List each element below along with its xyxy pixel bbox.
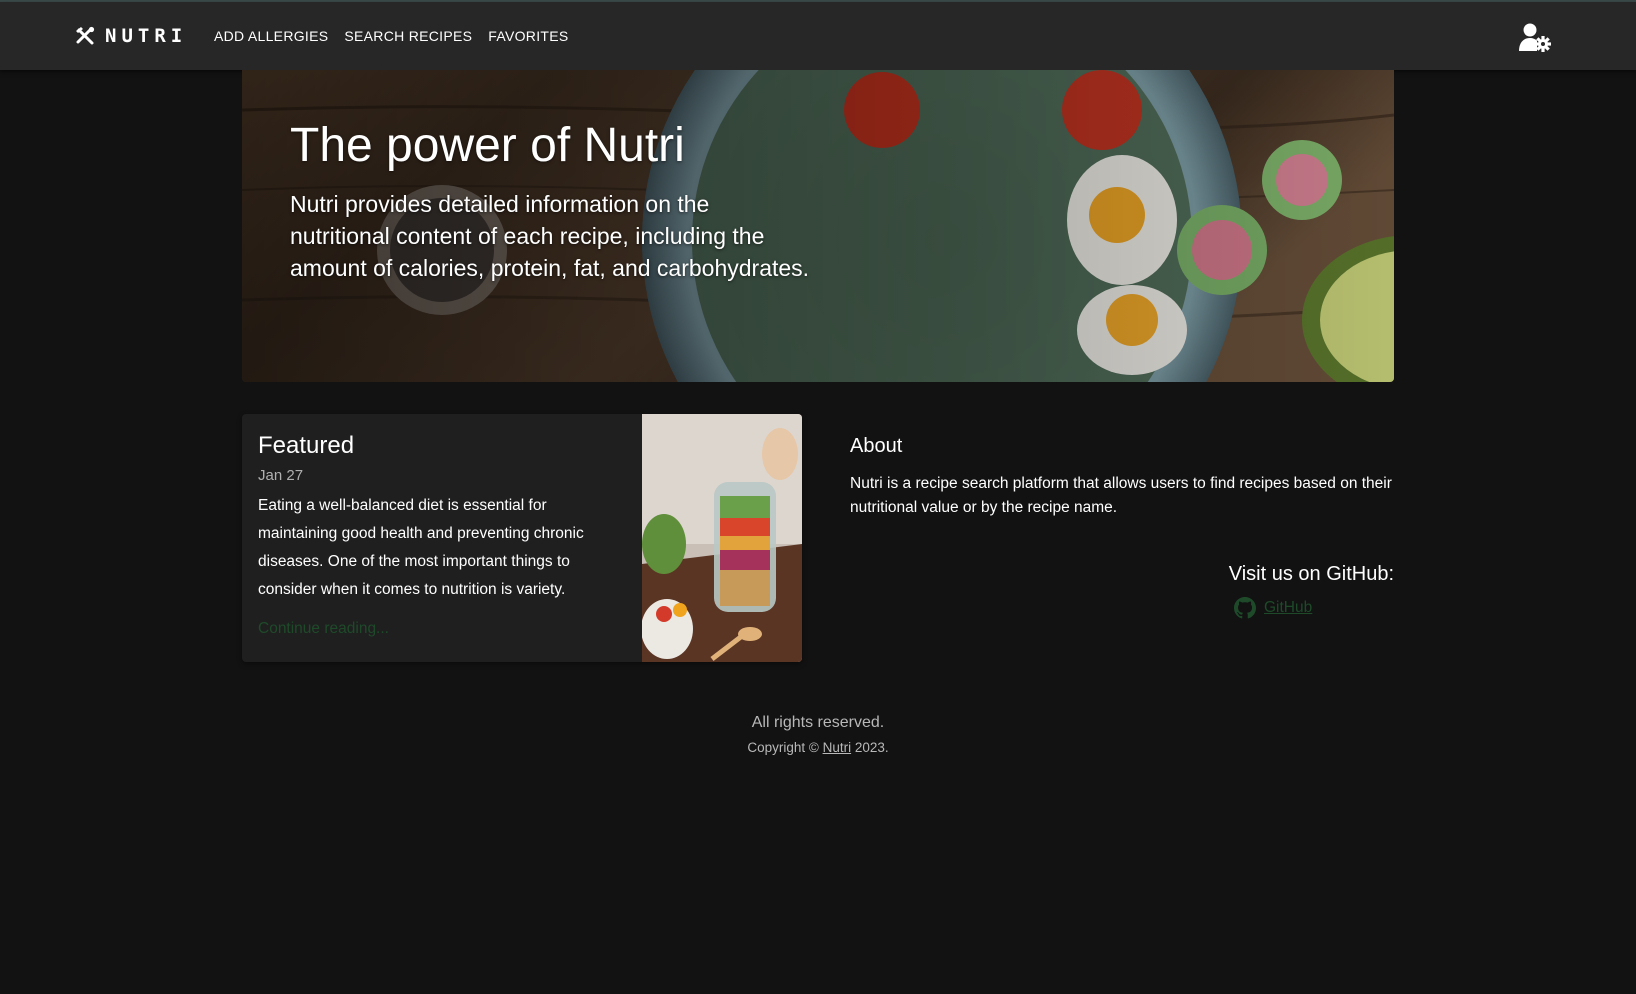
brand-logo[interactable]: NUTRI: [75, 2, 187, 70]
continue-reading-link[interactable]: Continue reading...: [258, 620, 628, 638]
copyright-year: 2023.: [854, 740, 889, 755]
nav-link-favorites[interactable]: FAVORITES: [488, 28, 568, 44]
hero-banner: The power of Nutri Nutri provides detail…: [242, 70, 1394, 382]
copyright-nutri-link[interactable]: Nutri: [823, 740, 852, 755]
footer-rights: All rights reserved.: [751, 714, 885, 731]
featured-body: Eating a well-balanced diet is essential…: [258, 497, 584, 598]
featured-card: Featured Jan 27 Eating a well-balanced d…: [242, 414, 802, 662]
github-link-label: GitHub: [1264, 599, 1313, 616]
copyright-prefix: Copyright ©: [747, 740, 819, 755]
footer: All rights reserved. Copyright © Nutri 2…: [0, 712, 1636, 758]
user-settings-button[interactable]: [1518, 22, 1552, 54]
nav-link-search-recipes[interactable]: SEARCH RECIPES: [344, 28, 472, 44]
github-icon: [1234, 597, 1256, 619]
featured-image: [642, 414, 802, 662]
user-settings-icon: [1518, 23, 1552, 58]
brand-name: NUTRI: [105, 25, 188, 47]
github-link[interactable]: GitHub: [1234, 595, 1312, 621]
fork-knife-crossed-icon: [75, 26, 95, 46]
nav-links: ADD ALLERGIES SEARCH RECIPES FAVORITES: [214, 2, 569, 70]
hero-description: Nutri provides detailed information on t…: [290, 191, 810, 281]
github-heading: Visit us on GitHub:: [1228, 563, 1394, 585]
featured-title: Featured: [258, 432, 355, 459]
about-title: About: [850, 435, 903, 457]
nav-link-add-allergies[interactable]: ADD ALLERGIES: [214, 28, 328, 44]
about-description: Nutri is a recipe search platform that a…: [850, 475, 1392, 516]
about-section: About Nutri is a recipe search platform …: [850, 430, 1394, 520]
hero-title: The power of Nutri: [290, 119, 685, 172]
footer-copyright: Copyright © Nutri 2023.: [0, 738, 1636, 758]
featured-date: Jan 27: [258, 467, 304, 484]
navbar: NUTRI ADD ALLERGIES SEARCH RECIPES FAVOR…: [0, 2, 1636, 70]
